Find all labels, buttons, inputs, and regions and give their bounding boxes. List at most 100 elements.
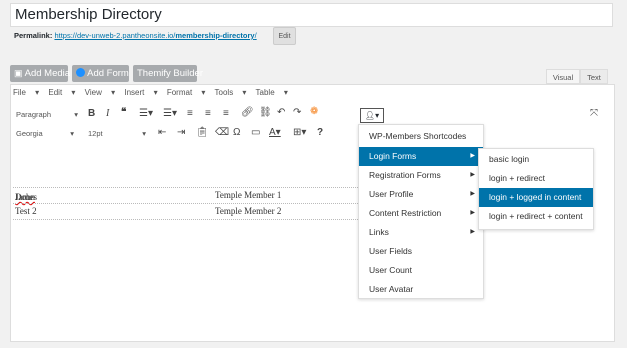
tab-text[interactable]: Text [580, 69, 608, 84]
table-row: James Dohn Temple Member 1 [13, 187, 408, 203]
menu-item-label: User Fields [369, 246, 412, 256]
permalink-row: Permalink: https://dev-unweb-2.pantheons… [14, 31, 257, 40]
menu-item-user-avatar[interactable]: User Avatar [359, 280, 483, 299]
menu-item-login-forms[interactable]: Login Forms ▶ [359, 147, 483, 166]
paste-text-icon[interactable]: 📋︎ [196, 127, 209, 138]
bold-icon[interactable]: B [88, 108, 95, 119]
submenu-item-label: login + redirect + content [489, 211, 583, 221]
permalink-url-tail: / [254, 31, 257, 40]
paragraph-format-select[interactable]: Paragraph ▾ [16, 110, 78, 119]
themify-icon[interactable]: ❁ [310, 106, 318, 117]
chevron-down-icon: ▾ [70, 129, 74, 138]
bullet-list-icon[interactable]: ☰▾ [139, 108, 153, 119]
themify-builder-button[interactable]: Themify Builder [133, 65, 203, 82]
menu-edit[interactable]: Edit ▾ [48, 88, 75, 97]
menu-table[interactable]: Table ▾ [256, 88, 288, 97]
chevron-right-icon: ▶ [470, 229, 475, 235]
menu-view[interactable]: View ▾ [85, 88, 115, 97]
menu-item-user-fields[interactable]: User Fields [359, 242, 483, 261]
text-color-icon[interactable]: A▾ [269, 127, 281, 138]
font-size-value: 12pt [88, 129, 103, 138]
chevron-down-icon: ▾ [142, 129, 146, 138]
paragraph-format-value: Paragraph [16, 110, 52, 119]
indent-icon[interactable]: ⇥ [177, 127, 185, 138]
fullscreen-icon[interactable]: ⤧ [590, 108, 598, 119]
align-right-icon[interactable]: ≡ [223, 108, 229, 119]
chevron-right-icon: ▶ [470, 153, 475, 159]
menu-file[interactable]: File ▾ [13, 88, 39, 97]
menu-item-label: User Count [369, 265, 412, 275]
submenu-item-label: basic login [489, 154, 530, 164]
menu-item-registration-forms[interactable]: Registration Forms ▶ [359, 166, 483, 185]
menu-item-user-profile[interactable]: User Profile ▶ [359, 185, 483, 204]
editor-menubar: File ▾ Edit ▾ View ▾ Insert ▾ Format ▾ T… [13, 88, 295, 97]
menu-tools[interactable]: Tools ▾ [215, 88, 247, 97]
submenu-item-login-logged-in-content[interactable]: login + logged in content [479, 188, 593, 207]
table-border [13, 219, 408, 220]
permalink-link[interactable]: https://dev-unweb-2.pantheonsite.io/memb… [54, 31, 256, 40]
menu-table-label: Table [255, 88, 275, 97]
menu-item-label: User Avatar [369, 284, 414, 294]
add-form-label: Add Form [87, 68, 129, 79]
chevron-down-icon: ▾ [74, 110, 78, 119]
post-title-text: Membership Directory [15, 6, 162, 23]
name-last: Dohn [15, 192, 35, 202]
add-form-button[interactable]: Add Form [72, 65, 129, 82]
link-icon[interactable]: 🔗︎ [241, 107, 254, 118]
menu-item-content-restriction[interactable]: Content Restriction ▶ [359, 204, 483, 223]
table-icon[interactable]: ⊞▾ [293, 127, 306, 138]
table-cell-role: Temple Member 2 [215, 206, 282, 216]
menu-insert[interactable]: Insert ▾ [124, 88, 157, 97]
outdent-icon[interactable]: ⇤ [158, 127, 166, 138]
menu-format-label: Format [166, 88, 193, 97]
menu-item-shortcodes[interactable]: WP-Members Shortcodes [359, 127, 483, 146]
clear-formatting-icon[interactable]: ⌫ [215, 127, 229, 138]
menu-item-user-count[interactable]: User Count [359, 261, 483, 280]
permalink-edit-button[interactable]: Edit [273, 27, 296, 45]
unlink-icon[interactable]: ⛓︎ [259, 107, 272, 118]
redo-icon[interactable]: ↷ [293, 107, 301, 118]
table-cell-role: Temple Member 1 [215, 190, 282, 200]
help-icon[interactable]: ? [317, 127, 323, 138]
blockquote-icon[interactable]: ❝ [121, 107, 126, 118]
permalink-label: Permalink: [14, 31, 53, 40]
media-icon: ▣ [14, 68, 23, 78]
add-media-button[interactable]: ▣ Add Media [10, 65, 71, 82]
table-row: Test 2 Temple Member 2 [13, 203, 408, 219]
table-cell-name: Test 2 [15, 206, 37, 216]
align-center-icon[interactable]: ≡ [205, 108, 211, 119]
wp-members-shortcode-button[interactable]: 👤︎▾ [360, 108, 384, 123]
submenu-item-login-redirect-content[interactable]: login + redirect + content [479, 207, 593, 226]
permalink-url-base: https://dev-unweb-2.pantheonsite.io/ [54, 31, 176, 40]
menu-insert-label: Insert [124, 88, 145, 97]
font-family-value: Georgia [16, 129, 43, 138]
menu-item-label: Login Forms [369, 151, 417, 161]
menu-item-links[interactable]: Links ▶ [359, 223, 483, 242]
submenu-item-login-redirect[interactable]: login + redirect [479, 169, 593, 188]
tab-visual[interactable]: Visual [546, 69, 580, 84]
menu-item-label: WP-Members Shortcodes [369, 131, 467, 141]
menu-edit-label: Edit [48, 88, 63, 97]
login-forms-submenu: basic login login + redirect login + log… [478, 148, 594, 230]
undo-icon[interactable]: ↶ [277, 107, 285, 118]
post-title-input[interactable]: Membership Directory [10, 3, 613, 27]
wp-members-menu: WP-Members Shortcodes Login Forms ▶ Regis… [358, 124, 484, 299]
special-character-icon[interactable]: Ω [233, 127, 240, 138]
font-size-select[interactable]: 12pt ▾ [88, 129, 146, 138]
user-icon: 👤︎ [364, 111, 376, 120]
font-family-select[interactable]: Georgia ▾ [16, 129, 74, 138]
chevron-right-icon: ▶ [470, 210, 475, 216]
submenu-item-basic-login[interactable]: basic login [479, 150, 593, 169]
menu-item-label: User Profile [369, 189, 414, 199]
numbered-list-icon[interactable]: ☰▾ [163, 108, 177, 119]
italic-icon[interactable]: I [106, 108, 109, 119]
menu-file-label: File [13, 88, 26, 97]
menu-format[interactable]: Format ▾ [167, 88, 206, 97]
align-left-icon[interactable]: ≡ [187, 108, 193, 119]
menu-tools-label: Tools [214, 88, 234, 97]
menu-item-label: Links [369, 227, 389, 237]
submenu-item-label: login + logged in content [489, 192, 582, 202]
add-media-label: Add Media [24, 68, 71, 79]
chevron-right-icon: ▶ [470, 172, 475, 178]
horizontal-line-icon[interactable]: ▭ [251, 127, 260, 138]
